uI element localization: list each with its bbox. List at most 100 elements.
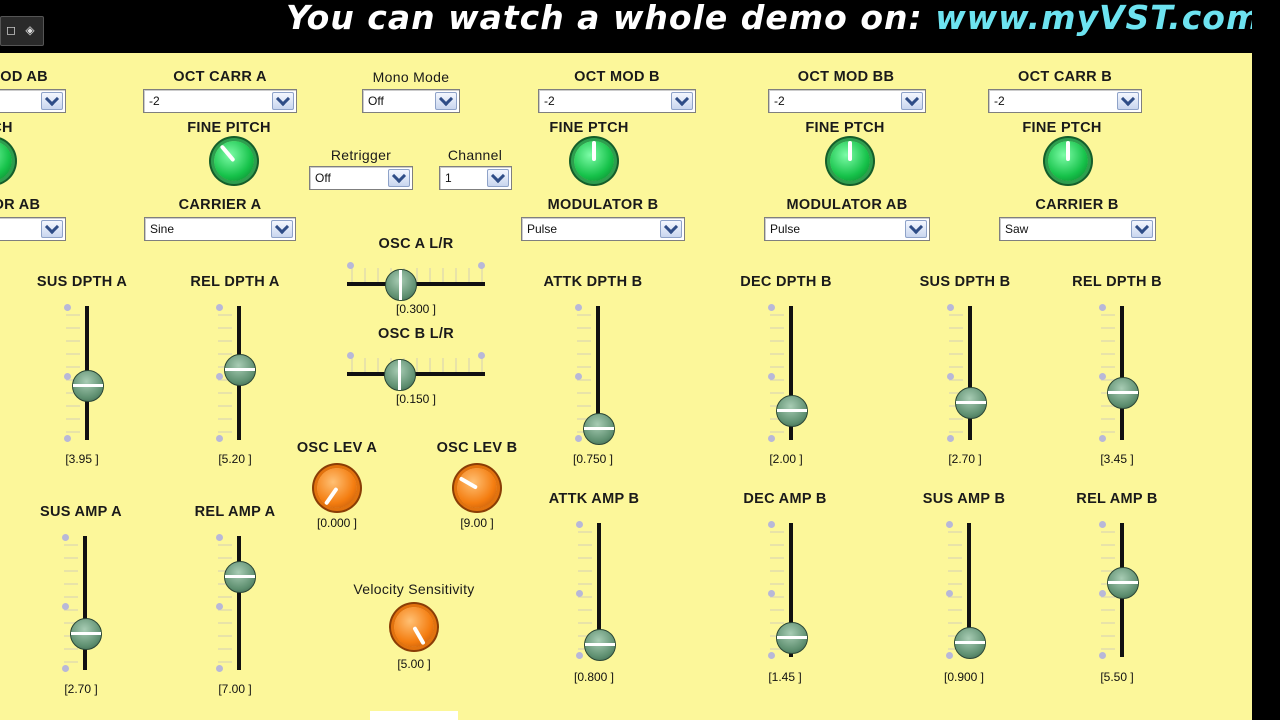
dd-oct-carr-a-chevron-down-icon[interactable] (272, 92, 294, 110)
dd-channel-chevron-down-icon[interactable] (487, 169, 509, 187)
dd-modulator-ab-left-chevron-down-icon[interactable] (41, 220, 63, 238)
vs-dec-amp-b[interactable] (766, 521, 816, 659)
dd-retrigger-chevron-down-icon[interactable] (388, 169, 410, 187)
dd-mono-mode-label: Mono Mode (372, 69, 450, 85)
dd-oct-mod-bb-chevron-down-icon[interactable] (901, 92, 923, 110)
vs-rel-amp-b[interactable] (1097, 521, 1147, 659)
dd-mono-mode-chevron-down-icon[interactable] (435, 92, 457, 110)
vs-rel-amp-a[interactable] (214, 534, 264, 672)
knob-fine-ptch-c[interactable] (1048, 141, 1088, 181)
vs-dec-dpth-b-thumb[interactable] (776, 395, 808, 427)
knob-osc-lev-a-pointer (323, 486, 339, 506)
vs-rel-dpth-a-thumb[interactable] (224, 354, 256, 386)
dd-modulator-ab-chevron-down-icon[interactable] (905, 220, 927, 238)
dd-oct-carr-b[interactable]: -2 (988, 89, 1142, 113)
vs-rel-dpth-a-tick (218, 392, 232, 394)
hs-osc-a-lr-thumb[interactable] (385, 269, 417, 301)
vs-rel-dpth-a-tick (218, 314, 232, 316)
knob-velocity-pointer (412, 626, 426, 646)
hs-osc-a-lr-dot (478, 262, 485, 269)
knob-osc-lev-b[interactable] (457, 468, 497, 508)
vs-attk-amp-b[interactable] (574, 521, 624, 661)
dd-oct-mod-b[interactable]: -2 (538, 89, 696, 113)
vs-attk-amp-b-thumb[interactable] (584, 629, 616, 661)
dd-oct-mod-bb[interactable]: -2 (768, 89, 926, 113)
vs-sus-amp-a-thumb[interactable] (70, 618, 102, 650)
hs-osc-b-lr-tick (429, 358, 431, 372)
vs-sus-amp-b-tick (948, 570, 962, 572)
vs-sus-dpth-b-thumb[interactable] (955, 387, 987, 419)
hs-osc-b-lr[interactable] (347, 352, 485, 396)
vs-attk-dpth-b-dot (575, 435, 582, 442)
dd-modulator-b-chevron-down-icon[interactable] (660, 220, 682, 238)
vs-sus-amp-b-thumb[interactable] (954, 627, 986, 659)
dd-carrier-a[interactable]: Sine (144, 217, 296, 241)
vs-sus-dpth-a-tick (66, 353, 80, 355)
vs-sus-dpth-b[interactable] (945, 304, 995, 442)
vs-rel-amp-a-tick (218, 661, 232, 663)
vs-attk-dpth-b-tick (577, 327, 591, 329)
hs-osc-a-lr[interactable] (347, 262, 485, 306)
vs-attk-dpth-b[interactable] (573, 304, 623, 445)
vs-rel-amp-a-thumb[interactable] (224, 561, 256, 593)
dd-carrier-a-chevron-down-icon[interactable] (271, 220, 293, 238)
dd-oct-carr-b-chevron-down-icon[interactable] (1117, 92, 1139, 110)
vs-dec-dpth-b[interactable] (766, 304, 816, 442)
vs-rel-amp-b-thumb[interactable] (1107, 567, 1139, 599)
vs-attk-amp-b-tick (578, 622, 592, 624)
dd-modulator-ab-left[interactable] (0, 217, 66, 241)
dd-oct-mod-ab-chevron-down-icon[interactable] (41, 92, 63, 110)
vs-attk-dpth-b-dot (575, 373, 582, 380)
dd-modulator-b[interactable]: Pulse (521, 217, 685, 241)
knob-fine-pitch-a[interactable] (214, 141, 254, 181)
vs-rel-dpth-b-thumb[interactable] (1107, 377, 1139, 409)
hs-osc-b-lr-tick (351, 358, 353, 372)
dd-mono-mode[interactable]: Off (362, 89, 460, 113)
diamond-icon[interactable]: ◈ (23, 23, 37, 37)
hs-osc-b-lr-thumb[interactable] (384, 359, 416, 391)
dd-oct-carr-b-label: OCT CARR B (1017, 69, 1113, 85)
vs-dec-dpth-b-dot (768, 435, 775, 442)
dd-oct-carr-a-value: -2 (149, 94, 160, 108)
vs-sus-dpth-a[interactable] (62, 304, 112, 442)
vs-sus-dpth-b-tick (949, 327, 963, 329)
vs-attk-dpth-b-tick (577, 392, 591, 394)
hs-osc-a-lr-tick (364, 268, 366, 282)
knob-osc-lev-a[interactable] (317, 468, 357, 508)
knob-fine-pitch-a-label: FINE PITCH (187, 120, 271, 136)
dd-carrier-b-chevron-down-icon[interactable] (1131, 220, 1153, 238)
vs-attk-dpth-b-tick (577, 405, 591, 407)
toolbar-button-group[interactable]: ◻ ◈ (0, 16, 44, 46)
vs-dec-amp-b-thumb[interactable] (776, 622, 808, 654)
dd-carrier-b-value: Saw (1005, 222, 1029, 236)
vs-sus-amp-b[interactable] (944, 521, 994, 659)
vs-attk-dpth-b-thumb[interactable] (583, 413, 615, 445)
vs-rel-amp-a-dot (216, 665, 223, 672)
vs-rel-amp-b-label: REL AMP B (1076, 491, 1158, 507)
knob-fine-ptch-b[interactable] (574, 141, 614, 181)
vs-sus-amp-a-label: SUS AMP A (40, 504, 122, 520)
vs-rel-dpth-a[interactable] (214, 304, 264, 442)
vs-attk-amp-b-tick (578, 531, 592, 533)
knob-fine-ptch-bb[interactable] (830, 141, 870, 181)
square-icon[interactable]: ◻ (4, 23, 18, 37)
dd-modulator-ab[interactable]: Pulse (764, 217, 930, 241)
dd-oct-mod-ab[interactable] (0, 89, 66, 113)
vs-sus-dpth-a-thumb[interactable] (72, 370, 104, 402)
vs-rel-dpth-a-tick (218, 405, 232, 407)
dd-oct-carr-a[interactable]: -2 (143, 89, 297, 113)
vs-sus-dpth-b-dot (947, 304, 954, 311)
dd-oct-mod-b-chevron-down-icon[interactable] (671, 92, 693, 110)
dd-retrigger[interactable]: Off (309, 166, 413, 190)
vs-rel-amp-b-tick (1101, 622, 1115, 624)
knob-velocity-label: Velocity Sensitivity (353, 581, 475, 597)
dd-channel[interactable]: 1 (439, 166, 512, 190)
vs-attk-amp-b-dot (576, 652, 583, 659)
vs-sus-amp-a[interactable] (60, 534, 110, 672)
knob-velocity[interactable] (394, 607, 434, 647)
vs-rel-dpth-b-tick (1101, 340, 1115, 342)
vs-sus-dpth-a-dot (64, 373, 71, 380)
vs-sus-dpth-b-tick (949, 418, 963, 420)
vs-rel-dpth-b[interactable] (1097, 304, 1147, 442)
dd-carrier-b[interactable]: Saw (999, 217, 1156, 241)
